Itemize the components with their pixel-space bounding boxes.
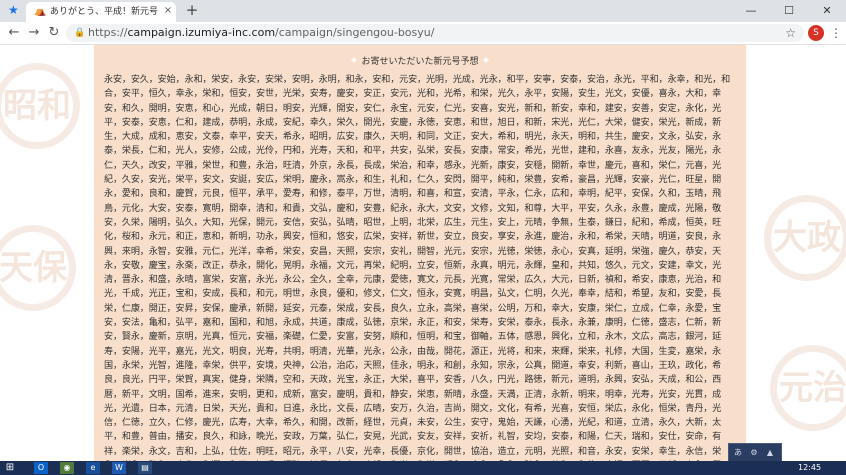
word-app-icon[interactable]: W — [112, 462, 126, 474]
star-icon: ✦ — [481, 54, 491, 67]
ime-indicator[interactable]: あ — [733, 447, 743, 459]
url-path: /campaign/singengou-bosyu/ — [275, 26, 435, 39]
browser-tab[interactable]: ⛺ ありがとう、平成！新元号予想キャ × — [26, 2, 176, 22]
tab-strip: ★ ⛺ ありがとう、平成！新元号予想キャ × + — ☐ ✕ — [0, 0, 846, 22]
era-name-list: 永安，安久，安始，永和，栄安，永安，安栄，安明，永明，和永，安和，元安，光明，光… — [104, 75, 731, 457]
start-windows-icon[interactable]: ⊞ — [4, 462, 16, 474]
page-viewport: 昭和 天保 大政 元治 ✦ お寄せいただいた新元号予想 ✦ 永安，安久，安始，永… — [0, 45, 846, 461]
seal-watermark-right-mid: 大政 — [764, 195, 846, 281]
seal-watermark-right-bottom: 元治 — [770, 345, 846, 431]
edge-app-icon[interactable]: e — [86, 462, 100, 474]
tray-overflow-panel: あ ⚙ ▲ — [728, 443, 782, 463]
forward-arrow-icon[interactable]: → — [26, 25, 42, 41]
menu-kebab-icon[interactable]: ⋮ — [830, 25, 842, 41]
star-icon: ✦ — [349, 54, 359, 67]
taskbar: ⊞ O ◉ e W ▤ 12:45 — [0, 461, 846, 475]
url-text[interactable]: https://campaign.izumiya-inc.com/campaig… — [88, 26, 434, 40]
minimize-button[interactable]: — — [732, 0, 770, 22]
outlook-app-icon[interactable]: O — [34, 462, 48, 474]
bookmark-star-icon[interactable]: ★ — [8, 3, 22, 17]
window-controls: — ☐ ✕ — [732, 0, 846, 22]
submissions-panel: ✦ お寄せいただいた新元号予想 ✦ 永安，安久，安始，永和，栄安，永安，安栄，安… — [94, 45, 746, 461]
settings-gear-icon[interactable]: ⚙ — [749, 447, 759, 459]
lock-icon: 🔒 — [74, 28, 86, 38]
address-bar[interactable]: 🔒 https://campaign.izumiya-inc.com/campa… — [66, 24, 804, 42]
seal-watermark-left-bottom: 天保 — [0, 225, 76, 311]
reload-icon[interactable]: ↻ — [46, 25, 62, 41]
profile-avatar[interactable]: S — [808, 25, 824, 41]
back-arrow-icon[interactable]: ← — [6, 25, 22, 41]
url-host: campaign.izumiya-inc.com — [127, 26, 276, 39]
tab-close-icon[interactable]: × — [162, 5, 174, 17]
bookmark-page-star-icon[interactable]: ☆ — [785, 26, 796, 40]
chrome-app-icon[interactable]: ◉ — [60, 462, 74, 474]
url-prefix: https:// — [88, 26, 128, 39]
favicon-icon: ⛺ — [34, 6, 47, 17]
seal-watermark-left-top: 昭和 — [0, 63, 80, 149]
app-icon[interactable]: ▤ — [138, 462, 152, 474]
tab-title: ありがとう、平成！新元号予想キャ — [50, 7, 158, 17]
heading-text: お寄せいただいた新元号予想 — [361, 57, 479, 67]
maximize-button[interactable]: ☐ — [770, 0, 808, 22]
taskbar-clock[interactable]: 12:45 — [798, 462, 821, 474]
panel-heading: ✦ お寄せいただいた新元号予想 ✦ — [94, 53, 746, 69]
close-window-button[interactable]: ✕ — [808, 0, 846, 22]
tray-chevron-icon[interactable]: ▲ — [765, 447, 775, 459]
new-tab-button[interactable]: + — [184, 2, 200, 18]
browser-toolbar: ← → ↻ 🔒 https://campaign.izumiya-inc.com… — [0, 22, 846, 45]
